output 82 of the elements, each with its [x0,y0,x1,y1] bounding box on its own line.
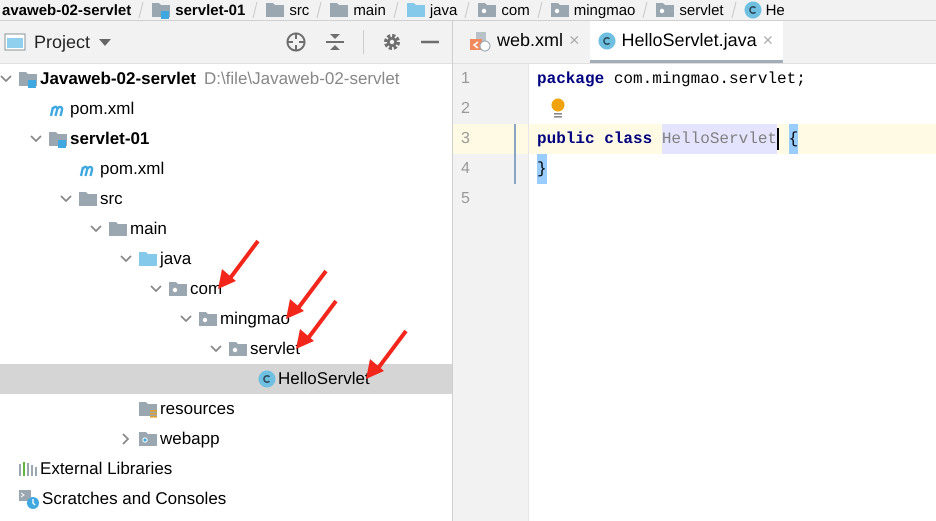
tree-item-label: resources [160,399,235,419]
code-keyword: package [537,70,604,88]
module-folder-icon [151,0,172,20]
tree-item-label: src [100,189,123,209]
tree-item[interactable]: src [0,184,452,214]
settings-icon[interactable] [382,32,402,52]
tree-item[interactable]: main [0,214,452,244]
panel-title[interactable]: Project [34,32,90,52]
tree-item-label: Javaweb-02-servlet [40,69,196,89]
resources-folder-icon [138,399,158,419]
lightbulb-icon[interactable] [549,98,567,120]
package-folder-icon [655,0,676,20]
tree-item-label: pom.xml [70,99,134,119]
web-folder-icon [138,429,158,449]
tree-item[interactable]: External Libraries [0,454,452,484]
line-number: 2 [461,100,470,118]
breadcrumb-item[interactable]: java [430,2,458,18]
class-name: HelloServlet [662,124,778,154]
project-window-icon [4,32,26,52]
tree-item[interactable]: pom.xml [0,94,452,124]
xml-file-icon [469,30,491,52]
source-folder-icon [138,249,158,269]
editor-tab[interactable]: web.xml × [461,21,590,63]
project-path: D:\file\Javaweb-02-servlet [204,69,400,89]
dropdown-caret-icon [98,37,112,47]
breadcrumb-item[interactable]: mingmao [574,2,636,18]
breadcrumb-item[interactable]: He [766,2,785,18]
breadcrumb-item[interactable]: servlet [679,2,724,18]
tree-item[interactable]: servlet [0,334,452,364]
tree-item-label: HelloServlet [278,369,370,389]
module-folder-icon [48,129,68,149]
tree-item-label: Scratches and Consoles [42,489,226,509]
tree-item-label: main [130,219,167,239]
tree-item[interactable]: pom.xml [0,154,452,184]
package-folder-icon [550,0,570,20]
tree-item-label: webapp [160,429,220,449]
tree-item[interactable]: Javaweb-02-servlet D:\file\Javaweb-02-servlet [0,64,452,94]
libraries-icon [18,459,38,479]
breadcrumb-item[interactable]: servlet-01 [175,2,246,18]
class-icon [258,370,276,388]
tree-item[interactable]: java [0,244,452,274]
matched-brace: } [537,154,547,184]
line-number: 5 [461,190,470,208]
tree-item-label: servlet [250,339,300,359]
line-number: 1 [461,70,470,88]
module-folder-icon [18,69,38,89]
scratches-icon [18,488,40,510]
tree-item-label: mingmao [220,309,290,329]
package-folder-icon [198,309,218,329]
folder-icon [108,219,128,239]
breadcrumb-item[interactable]: com [501,2,530,18]
tree-item[interactable]: mingmao [0,304,452,334]
breadcrumb-item[interactable]: main [353,2,386,18]
tree-item-label: servlet-01 [70,129,150,149]
tree-item-label: com [190,279,222,299]
class-icon [744,1,762,19]
line-number: 4 [461,160,470,178]
tree-item-label: External Libraries [40,459,172,479]
tree-item[interactable]: resources [0,394,452,424]
code-keyword: public [537,130,595,148]
code-keyword: class [604,130,652,148]
fold-marker [514,124,516,184]
folder-icon [78,189,98,209]
tree-item[interactable]: Scratches and Consoles [0,484,452,514]
text-caret [777,128,780,150]
editor-tab[interactable]: HelloServlet.java × [590,21,784,63]
collapse-all-icon[interactable] [325,32,345,52]
breadcrumb-item[interactable]: src [289,2,310,18]
package-folder-icon [168,279,188,299]
package-folder-icon [477,0,498,20]
breadcrumb-item[interactable]: avaweb-02-servlet [2,2,132,18]
locate-icon[interactable] [285,31,307,53]
tree-item-label: pom.xml [100,159,164,179]
matched-brace: { [788,124,798,154]
tree-item[interactable]: servlet-01 [0,124,452,154]
package-folder-icon [228,339,248,359]
class-icon [598,32,616,50]
line-number: 3 [461,130,470,148]
tree-item-label: java [160,249,192,269]
tree-item[interactable]: webapp [0,424,452,454]
tree-item[interactable]: com [0,274,452,304]
code-text: com.mingmao.servlet; [614,70,806,88]
